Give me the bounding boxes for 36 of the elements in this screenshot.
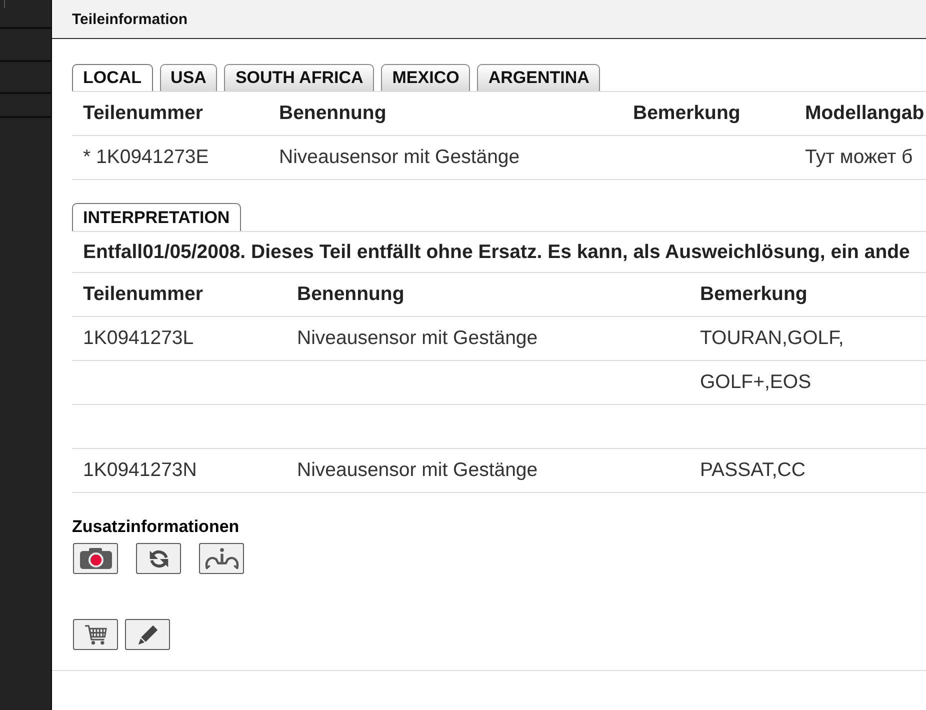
tab[interactable]: MEXICO bbox=[381, 64, 470, 91]
table-cell: TOURAN,GOLF, bbox=[700, 327, 844, 349]
column-header: Teilenummer bbox=[83, 283, 203, 305]
table-cell: * 1K0941273E bbox=[83, 146, 209, 168]
column-header: Bemerkung bbox=[700, 283, 808, 305]
info-button[interactable] bbox=[199, 543, 244, 574]
section-heading: Zusatzinformationen bbox=[72, 517, 240, 537]
pencil-icon bbox=[136, 624, 158, 646]
discontinuation-note: Entfall01/05/2008. Dieses Teil entfällt ohne Ersatz. Es kann, als Ausweichlösung, ein ande bbox=[82, 240, 910, 264]
panel-title: Teileinformation bbox=[72, 10, 188, 28]
table-cell: GOLF+,EOS bbox=[700, 371, 812, 393]
table-cell: Niveausensor mit Gestänge bbox=[279, 146, 520, 168]
table-cell: Тут может б bbox=[805, 146, 913, 168]
column-header: Modellangab bbox=[805, 102, 924, 124]
tab[interactable]: LOCAL bbox=[72, 64, 153, 91]
column-header: Teilenummer bbox=[83, 102, 203, 124]
table-cell: 1K0941273L bbox=[83, 327, 194, 349]
refresh-icon bbox=[148, 548, 170, 570]
column-header: Bemerkung bbox=[633, 102, 740, 124]
table-cell: Niveausensor mit Gestänge bbox=[297, 459, 538, 481]
table-cell: PASSAT,CC bbox=[700, 459, 806, 481]
info-icon bbox=[204, 547, 240, 570]
cart-button[interactable] bbox=[73, 619, 118, 650]
tab[interactable]: ARGENTINA bbox=[477, 64, 600, 91]
camera-icon bbox=[80, 548, 112, 569]
cart-icon bbox=[84, 624, 108, 646]
tab[interactable]: USA bbox=[160, 64, 218, 91]
column-header: Benennung bbox=[297, 283, 404, 305]
edit-button[interactable] bbox=[125, 619, 170, 650]
camera-button[interactable] bbox=[73, 543, 118, 574]
tab[interactable]: INTERPRETATION bbox=[72, 203, 241, 231]
refresh-button[interactable] bbox=[136, 543, 181, 574]
table-cell: Niveausensor mit Gestänge bbox=[297, 327, 538, 349]
column-header: Benennung bbox=[279, 102, 386, 124]
table-cell: 1K0941273N bbox=[83, 459, 197, 481]
tab[interactable]: SOUTH AFRICA bbox=[224, 64, 374, 91]
